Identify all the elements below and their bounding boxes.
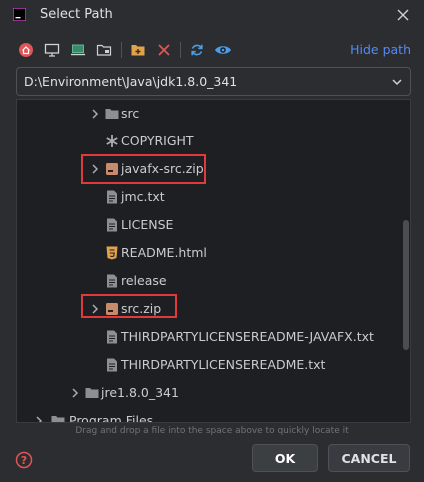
toolbar-separator [180, 42, 181, 58]
tree-item-label: README.html [121, 245, 207, 260]
tree-item-label: COPYRIGHT [121, 133, 194, 148]
text-file-icon [107, 190, 117, 204]
chevron-down-icon[interactable] [389, 74, 405, 90]
file-tree[interactable]: src COPYRIGHT javafx-src.zip jmc.txt LIC… [16, 99, 411, 423]
text-file-icon [107, 218, 117, 232]
window-title: Select Path [40, 7, 113, 22]
computer-icon[interactable] [68, 40, 88, 60]
chevron-right-icon[interactable] [69, 387, 81, 399]
show-hidden-icon[interactable] [213, 40, 233, 60]
tree-item-label: jre1.8.0_341 [101, 385, 179, 400]
folder-icon [51, 416, 65, 422]
folder-icon [105, 109, 119, 119]
network-folder-icon[interactable] [94, 40, 114, 60]
html-file-icon [106, 246, 118, 260]
path-field[interactable]: D:\Environment\Java\jdk1.8.0_341 [16, 67, 411, 96]
cancel-button[interactable]: CANCEL [328, 444, 410, 472]
asterisk-icon [106, 135, 118, 147]
refresh-icon[interactable] [187, 40, 207, 60]
tree-item-label: THIRDPARTYLICENSEREADME-JAVAFX.txt [121, 329, 374, 344]
tree-item-label: jmc.txt [121, 189, 165, 204]
tree-item-readme-html[interactable]: README.html [17, 239, 397, 267]
tree-item-copyright[interactable]: COPYRIGHT [17, 127, 397, 155]
chevron-right-icon[interactable] [33, 415, 45, 423]
highlight-box [81, 154, 206, 184]
tree-item-release[interactable]: release [17, 267, 397, 295]
tree-item-src-zip[interactable]: src.zip [17, 294, 397, 323]
title-bar: Select Path [0, 0, 424, 30]
home-icon[interactable] [16, 40, 36, 60]
folder-icon [85, 388, 99, 398]
text-file-icon [107, 274, 117, 288]
tree-item-thirdparty-javafx[interactable]: THIRDPARTYLICENSEREADME-JAVAFX.txt [17, 323, 397, 351]
text-file-icon [107, 330, 117, 344]
delete-icon[interactable] [154, 40, 174, 60]
text-file-icon [107, 358, 117, 372]
svg-text:?: ? [21, 454, 27, 467]
tree-item-jmc-txt[interactable]: jmc.txt [17, 183, 397, 211]
tree-item-label: THIRDPARTYLICENSEREADME.txt [121, 357, 326, 372]
tree-item-label: LICENSE [121, 217, 174, 232]
close-icon[interactable] [392, 4, 414, 26]
path-value: D:\Environment\Java\jdk1.8.0_341 [24, 74, 238, 89]
tree-item-program-files[interactable]: Program Files [17, 407, 397, 423]
ok-button[interactable]: OK [252, 444, 318, 472]
toolbar: Hide path [0, 36, 424, 64]
desktop-icon[interactable] [42, 40, 62, 60]
highlight-box [81, 294, 177, 318]
tree-item-jre[interactable]: jre1.8.0_341 [17, 379, 397, 407]
new-folder-icon[interactable] [128, 40, 148, 60]
tree-item-src[interactable]: src [17, 100, 397, 128]
tree-item-license[interactable]: LICENSE [17, 211, 397, 239]
tree-item-label: Program Files [69, 413, 154, 423]
hide-path-link[interactable]: Hide path [350, 42, 411, 57]
tree-item-thirdparty[interactable]: THIRDPARTYLICENSEREADME.txt [17, 351, 397, 379]
help-icon[interactable]: ? [15, 451, 33, 469]
toolbar-separator [121, 42, 122, 58]
chevron-right-icon[interactable] [89, 108, 101, 120]
drag-drop-hint: Drag and drop a file into the space abov… [75, 426, 349, 436]
tree-item-javafx-src-zip[interactable]: javafx-src.zip [17, 154, 397, 184]
tree-item-label: release [121, 273, 167, 288]
app-icon [13, 8, 26, 21]
scrollbar-thumb[interactable] [403, 220, 409, 350]
tree-item-label: src [121, 106, 140, 121]
